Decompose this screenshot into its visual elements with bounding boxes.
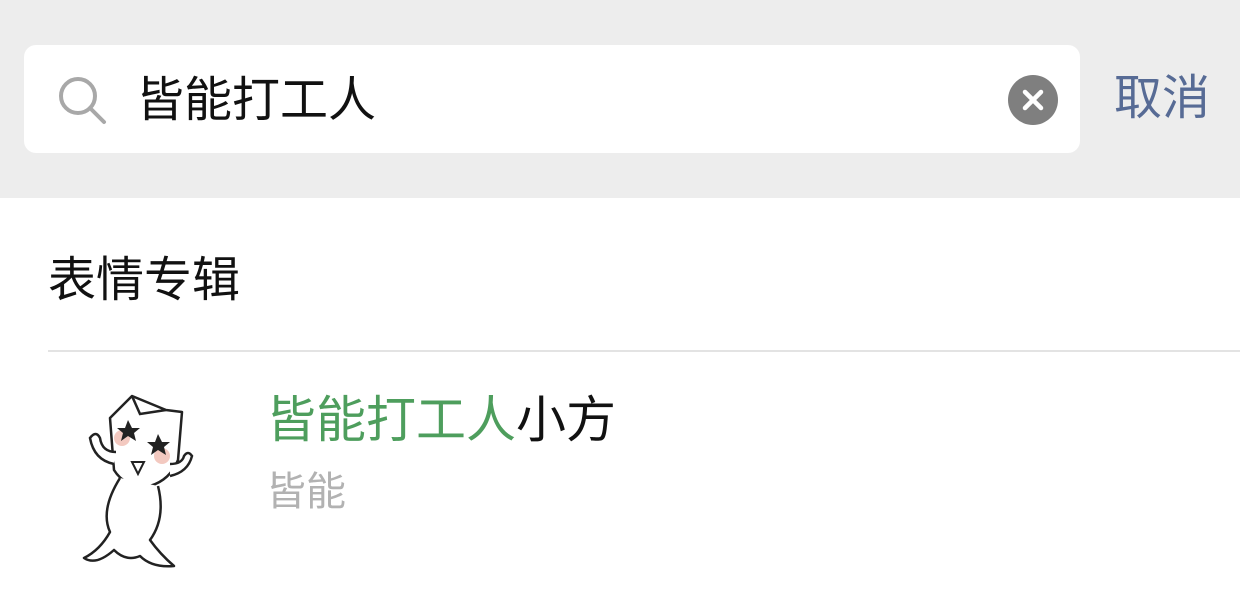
clear-icon — [1022, 89, 1044, 111]
clear-search-button[interactable] — [1008, 75, 1058, 125]
result-title-highlight: 皆能打工人 — [266, 391, 516, 449]
search-input[interactable]: 皆能打工人 — [136, 70, 376, 130]
result-author: 皆能 — [266, 469, 346, 515]
search-icon — [56, 74, 110, 128]
section-title: 表情专辑 — [48, 252, 241, 308]
cancel-button[interactable]: 取消 — [1114, 68, 1210, 128]
result-title-rest: 小方 — [516, 391, 616, 449]
result-title: 皆能打工人小方 — [266, 388, 616, 452]
cat-sticker-thumbnail — [70, 390, 230, 570]
result-item[interactable]: 皆能打工人小方 皆能 — [0, 352, 1240, 612]
